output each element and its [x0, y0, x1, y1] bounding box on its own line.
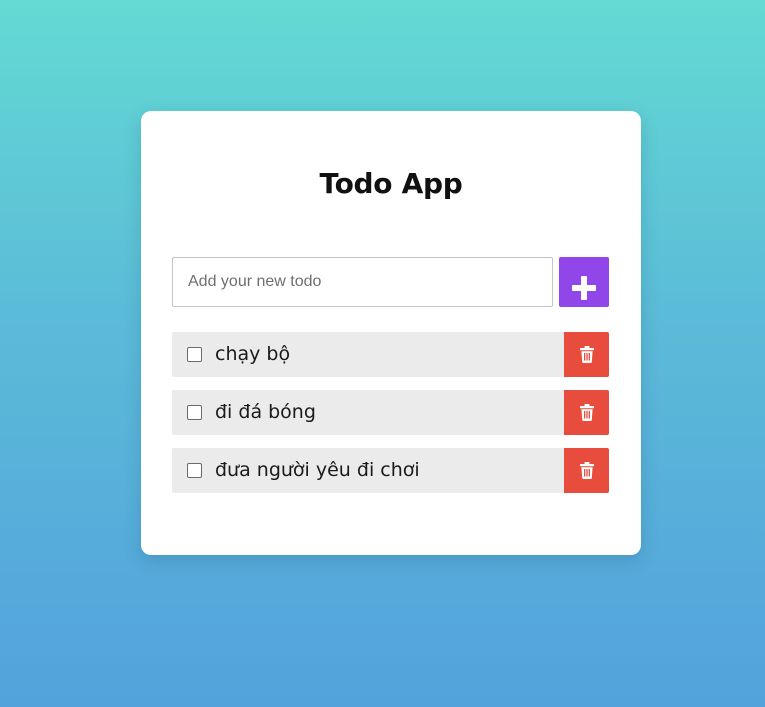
todo-text: đưa người yêu đi chơi: [215, 459, 420, 481]
todo-text: chạy bộ: [215, 343, 291, 365]
todo-checkbox[interactable]: [187, 463, 202, 478]
delete-todo-button[interactable]: [564, 332, 609, 377]
trash-icon: [579, 404, 594, 421]
plus-icon: [572, 276, 596, 300]
todo-item: đi đá bóng: [172, 390, 609, 435]
todo-checkbox[interactable]: [187, 347, 202, 362]
app-title: Todo App: [319, 167, 463, 200]
todo-item: đưa người yêu đi chơi: [172, 448, 609, 493]
trash-icon: [579, 346, 594, 363]
new-todo-input[interactable]: [172, 257, 553, 307]
trash-icon: [579, 462, 594, 479]
new-todo-row: [172, 257, 609, 307]
todo-text: đi đá bóng: [215, 401, 316, 423]
todo-card: Todo App chạy bộ: [141, 111, 641, 555]
todo-list: chạy bộ đi đá bóng đưa người yêu đi chơi: [172, 332, 609, 506]
todo-item: chạy bộ: [172, 332, 609, 377]
delete-todo-button[interactable]: [564, 390, 609, 435]
todo-checkbox[interactable]: [187, 405, 202, 420]
add-todo-button[interactable]: [559, 257, 609, 307]
delete-todo-button[interactable]: [564, 448, 609, 493]
